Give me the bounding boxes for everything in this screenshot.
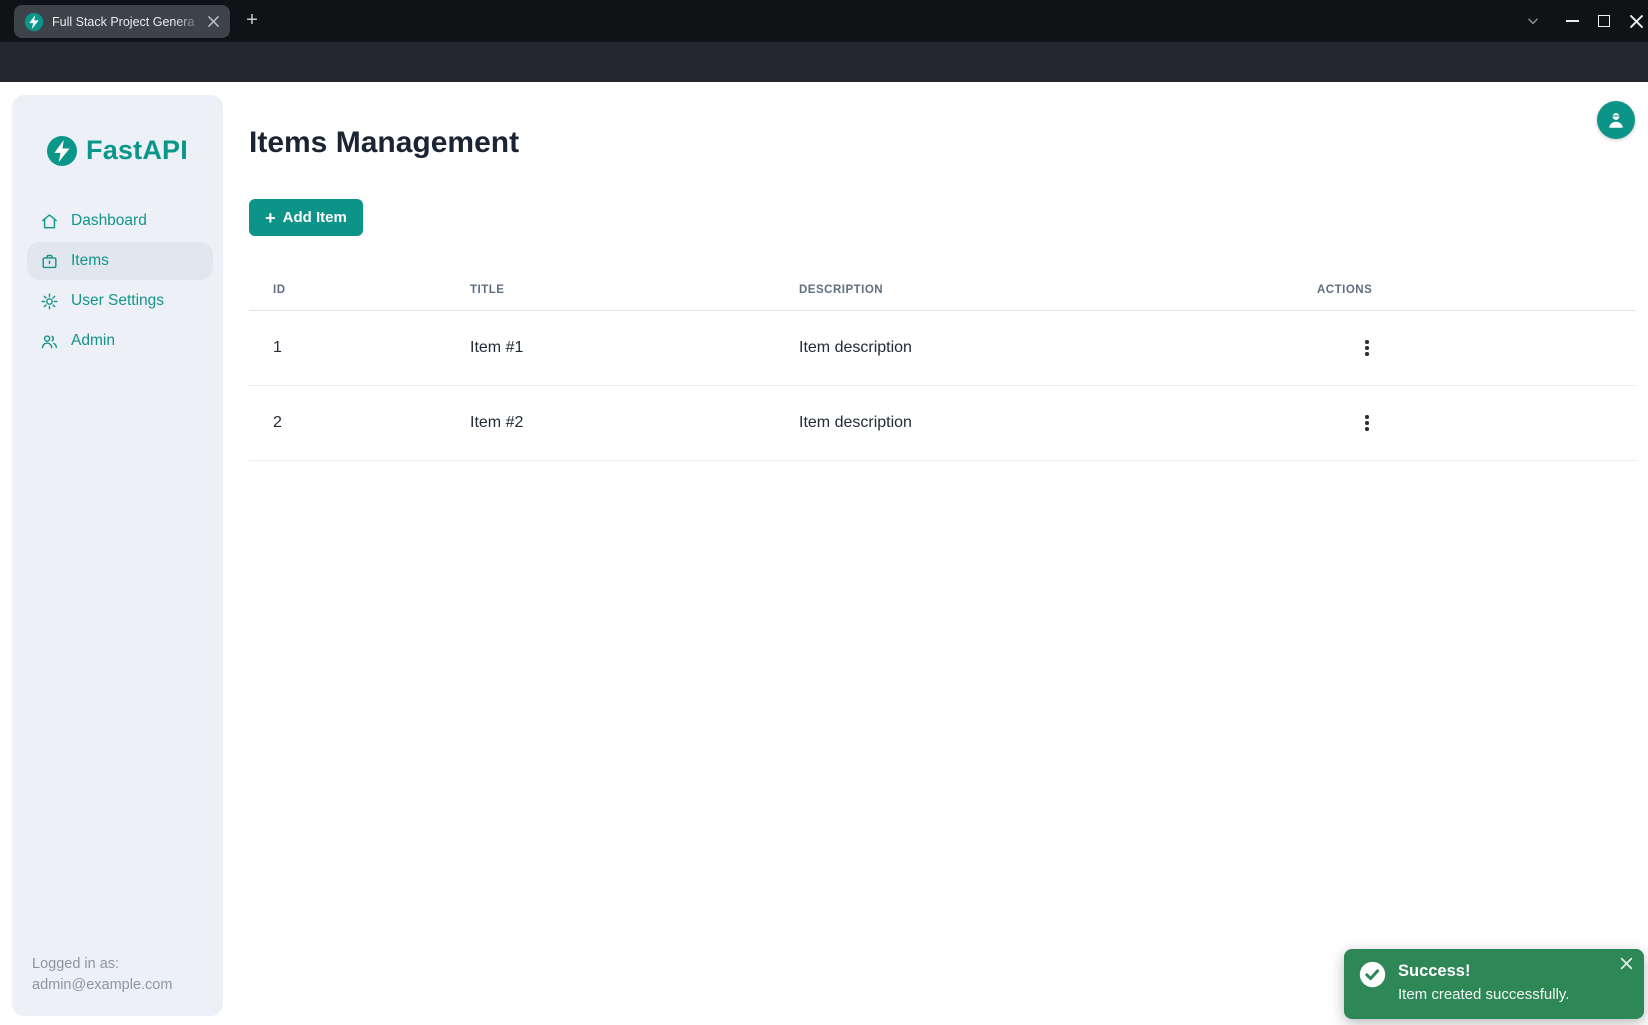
cell-title: Item #1 (446, 339, 775, 357)
column-header-description: DESCRIPTION (775, 284, 1293, 296)
sidebar-item-label: Items (71, 252, 109, 270)
table-header-row: ID TITLE DESCRIPTION ACTIONS (249, 269, 1636, 311)
logged-in-info: Logged in as: admin@example.com (32, 954, 172, 996)
column-header-actions: ACTIONS (1293, 284, 1636, 296)
table-row: 2 Item #2 Item description (249, 386, 1636, 461)
sidebar-item-label: Admin (71, 332, 115, 350)
app-logo-text: FastAPI (86, 135, 188, 166)
items-table: ID TITLE DESCRIPTION ACTIONS 1 Item #1 I… (249, 269, 1636, 461)
users-icon (40, 332, 59, 351)
browser-tab-bar: Full Stack Project Genera + (0, 0, 1648, 42)
new-tab-button[interactable]: + (240, 9, 264, 33)
sidebar-item-label: User Settings (71, 292, 164, 310)
tab-title-fade (174, 15, 204, 29)
row-actions-kebab-icon[interactable] (1355, 335, 1379, 361)
success-toast: Success! Item created successfully. (1344, 949, 1644, 1019)
cell-description: Item description (775, 414, 1293, 432)
app-page: FastAPI Dashboard Items User Settings (0, 82, 1648, 1025)
toast-close-icon[interactable] (1617, 954, 1635, 972)
toast-message: Item created successfully. (1398, 983, 1569, 1007)
sidebar-item-label: Dashboard (71, 212, 147, 230)
check-circle-icon (1358, 960, 1387, 989)
user-icon (1605, 109, 1627, 131)
sidebar: FastAPI Dashboard Items User Settings (12, 95, 223, 1016)
sidebar-item-admin[interactable]: Admin (27, 322, 213, 360)
fastapi-logo-icon (47, 136, 77, 166)
sidebar-nav: Dashboard Items User Settings Admin (12, 202, 223, 360)
briefcase-icon (40, 252, 59, 271)
logged-in-label: Logged in as: (32, 954, 172, 975)
table-row: 1 Item #1 Item description (249, 311, 1636, 386)
window-menu-chevron-icon[interactable] (1521, 9, 1545, 33)
cell-title: Item #2 (446, 414, 775, 432)
home-icon (40, 212, 59, 231)
browser-tab[interactable]: Full Stack Project Genera (14, 5, 230, 38)
user-avatar-button[interactable] (1597, 101, 1635, 139)
toast-title: Success! (1398, 960, 1569, 983)
logged-in-email: admin@example.com (32, 975, 172, 996)
gear-icon (40, 292, 59, 311)
add-item-label: Add Item (283, 209, 347, 226)
row-actions-kebab-icon[interactable] (1355, 410, 1379, 436)
cell-id: 2 (249, 414, 446, 432)
app-logo: FastAPI (12, 135, 223, 166)
plus-icon: + (265, 209, 276, 227)
cell-description: Item description (775, 339, 1293, 357)
cell-id: 1 (249, 339, 446, 357)
fastapi-favicon-icon (24, 12, 44, 32)
add-item-button[interactable]: + Add Item (249, 199, 363, 236)
sidebar-item-items[interactable]: Items (27, 242, 213, 280)
sidebar-item-dashboard[interactable]: Dashboard (27, 202, 213, 240)
column-header-id: ID (249, 284, 446, 296)
browser-toolbar: i localhost/items (0, 42, 1648, 82)
column-header-title: TITLE (446, 284, 775, 296)
window-minimize-button[interactable] (1560, 9, 1584, 33)
window-maximize-button[interactable] (1592, 9, 1616, 33)
tab-close-icon[interactable] (204, 13, 222, 31)
sidebar-item-user-settings[interactable]: User Settings (27, 282, 213, 320)
window-close-button[interactable] (1624, 9, 1648, 33)
page-title: Items Management (249, 126, 519, 160)
tab-title: Full Stack Project Genera (52, 15, 204, 29)
